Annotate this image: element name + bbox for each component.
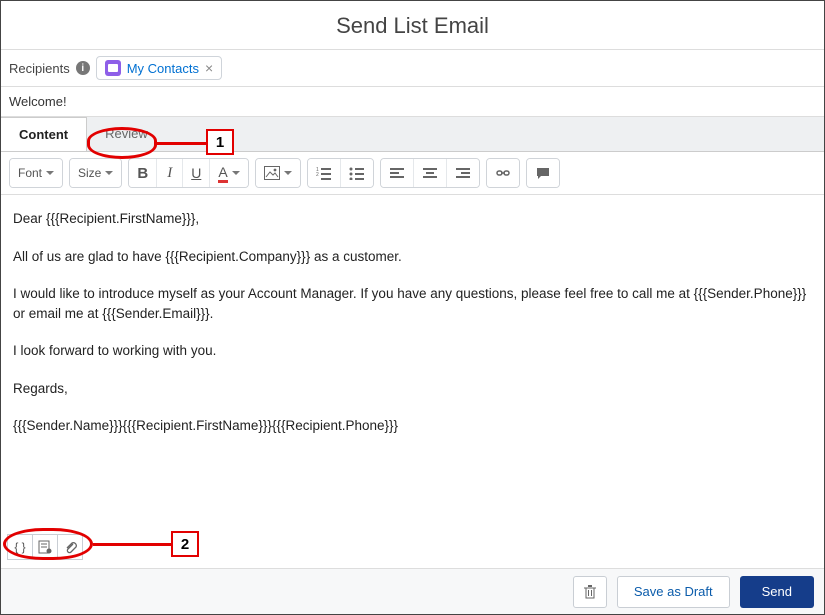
bottom-tools: { }	[7, 534, 83, 560]
template-button[interactable]	[32, 534, 58, 560]
align-left-button[interactable]	[381, 159, 413, 187]
bold-button[interactable]: B	[129, 159, 156, 187]
merge-field-button[interactable]: { }	[7, 534, 33, 560]
body-line: Dear {{{Recipient.FirstName}}},	[13, 209, 812, 229]
callout-1-line	[157, 142, 206, 145]
body-line: I look forward to working with you.	[13, 341, 812, 361]
image-button[interactable]	[256, 159, 300, 187]
size-dropdown[interactable]: Size	[70, 159, 121, 187]
body-line: All of us are glad to have {{{Recipient.…	[13, 247, 812, 267]
align-center-button[interactable]	[413, 159, 446, 187]
subject-row[interactable]: Welcome!	[1, 87, 824, 117]
send-button[interactable]: Send	[740, 576, 814, 608]
callout-2-line	[93, 543, 171, 546]
chip-remove-icon[interactable]: ×	[205, 60, 213, 76]
chip-label: My Contacts	[127, 61, 199, 76]
italic-button[interactable]: I	[156, 159, 182, 187]
align-right-icon	[455, 166, 471, 180]
image-icon	[264, 166, 280, 180]
text-color-button[interactable]: A	[209, 159, 247, 187]
page-title: Send List Email	[1, 1, 824, 50]
recipients-label: Recipients	[9, 61, 70, 76]
bullet-list-icon	[349, 166, 365, 180]
save-draft-button[interactable]: Save as Draft	[617, 576, 730, 608]
body-line: {{{Sender.Name}}}{{{Recipient.FirstName}…	[13, 416, 812, 436]
info-icon[interactable]: i	[76, 61, 90, 75]
align-left-icon	[389, 166, 405, 180]
font-dropdown[interactable]: Font	[10, 159, 62, 187]
tab-review[interactable]: Review	[87, 117, 166, 151]
link-button[interactable]	[487, 159, 519, 187]
template-icon	[38, 540, 52, 554]
recipient-chip[interactable]: My Contacts ×	[96, 56, 222, 80]
tab-content[interactable]: Content	[1, 117, 87, 151]
body-line: Regards,	[13, 379, 812, 399]
email-body-editor[interactable]: Dear {{{Recipient.FirstName}}}, All of u…	[1, 195, 824, 515]
attach-button[interactable]	[57, 534, 83, 560]
trash-icon	[583, 584, 597, 600]
callout-1-box: 1	[206, 129, 234, 155]
bullet-list-button[interactable]	[340, 159, 373, 187]
align-right-button[interactable]	[446, 159, 479, 187]
editor-toolbar: Font Size B I U A 12	[1, 152, 824, 195]
delete-button[interactable]	[573, 576, 607, 608]
contacts-badge-icon	[105, 60, 121, 76]
body-line: I would like to introduce myself as your…	[13, 284, 812, 323]
underline-button[interactable]: U	[182, 159, 209, 187]
svg-text:2: 2	[316, 172, 319, 178]
recipients-row: Recipients i My Contacts ×	[1, 50, 824, 87]
comment-icon	[535, 166, 551, 180]
align-center-icon	[422, 166, 438, 180]
tabs-bar: Content Review	[1, 117, 824, 152]
ordered-list-icon: 12	[316, 166, 332, 180]
comment-button[interactable]	[527, 159, 559, 187]
paperclip-icon	[63, 540, 77, 554]
link-icon	[495, 166, 511, 180]
callout-2-box: 2	[171, 531, 199, 557]
footer: Save as Draft Send	[1, 568, 824, 614]
ordered-list-button[interactable]: 12	[308, 159, 340, 187]
